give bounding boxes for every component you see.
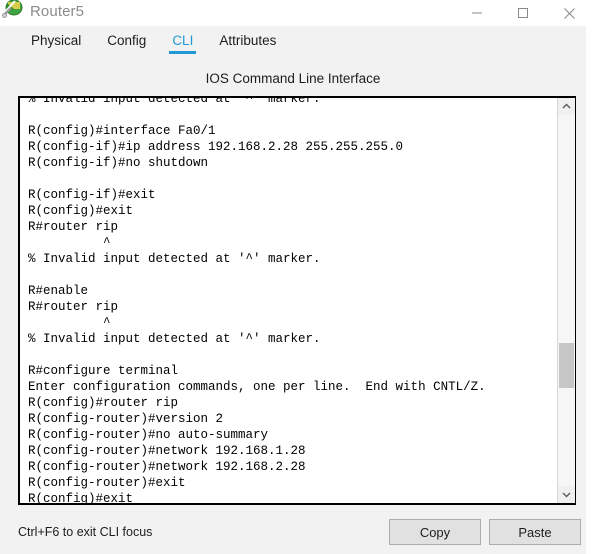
terminal-line: % Invalid input detected at '^' marker. (28, 252, 321, 266)
terminal-line: ^ (28, 236, 111, 250)
terminal-scrollbar[interactable] (557, 98, 575, 503)
window-titlebar: Router5 (0, 0, 592, 26)
terminal-line: R(config-if)#ip address 192.168.2.28 255… (28, 140, 404, 154)
window-right-gutter (586, 26, 592, 554)
terminal-line: R(config-router)#network 192.168.2.28 (28, 460, 306, 474)
terminal-line: % Invalid input detected at '^' marker. (28, 332, 321, 346)
panel-title: IOS Command Line Interface (205, 71, 381, 86)
tab-config-label: Config (107, 33, 147, 48)
tab-attributes-label: Attributes (219, 33, 277, 48)
scrollbar-thumb[interactable] (559, 343, 574, 388)
close-button[interactable] (546, 0, 592, 26)
maximize-button[interactable] (500, 0, 546, 26)
paste-button[interactable]: Paste (489, 519, 581, 545)
tab-attributes[interactable]: Attributes (206, 26, 289, 56)
minimize-button[interactable] (454, 0, 500, 26)
terminal-text: % Invalid input detected at '^' marker. … (28, 98, 486, 503)
terminal-line: R(config-if)#no shutdown (28, 156, 209, 170)
terminal-container: % Invalid input detected at '^' marker. … (18, 96, 576, 505)
tab-physical-label: Physical (31, 33, 82, 48)
terminal-line: R(config-router)#version 2 (28, 412, 224, 426)
tab-cli-label: CLI (172, 33, 194, 48)
terminal-line: R(config-router)#no auto-summary (28, 428, 269, 442)
cli-output[interactable]: % Invalid input detected at '^' marker. … (20, 98, 557, 503)
terminal-line: R#configure terminal (28, 364, 179, 378)
terminal-line: R(config)#router rip (28, 396, 179, 410)
terminal-line: R(config-router)#exit (28, 476, 186, 490)
tab-cli[interactable]: CLI (159, 26, 206, 56)
scrollbar-track[interactable] (558, 115, 575, 486)
window-controls (454, 0, 592, 26)
terminal-line: R(config)#exit (28, 492, 134, 503)
terminal-line: R(config-if)#exit (28, 188, 156, 202)
chevron-up-icon[interactable] (558, 98, 575, 115)
tab-config[interactable]: Config (94, 26, 159, 56)
chevron-down-icon[interactable] (558, 486, 575, 503)
copy-button[interactable]: Copy (389, 519, 481, 545)
terminal-line: R(config)#interface Fa0/1 (28, 124, 216, 138)
terminal-line: % Invalid input detected at '^' marker. (28, 98, 321, 106)
terminal-line: R#enable (28, 284, 89, 298)
router-icon (2, 0, 24, 22)
terminal-line: ^ (28, 316, 111, 330)
terminal-line: R#router rip (28, 300, 119, 314)
terminal-line: R#router rip (28, 220, 119, 234)
terminal-line: Enter configuration commands, one per li… (28, 380, 486, 394)
cli-panel: IOS Command Line Interface % Invalid inp… (0, 63, 586, 554)
terminal-line: R(config)#exit (28, 204, 134, 218)
tab-physical[interactable]: Physical (18, 26, 94, 56)
cli-footer: Ctrl+F6 to exit CLI focus Copy Paste (0, 515, 586, 554)
terminal-line: R(config-router)#network 192.168.1.28 (28, 444, 306, 458)
tab-active-underline (169, 51, 197, 54)
window-title: Router5 (30, 3, 85, 20)
cli-focus-hint: Ctrl+F6 to exit CLI focus (18, 525, 153, 539)
tab-strip: Physical Config CLI Attributes (0, 26, 592, 63)
